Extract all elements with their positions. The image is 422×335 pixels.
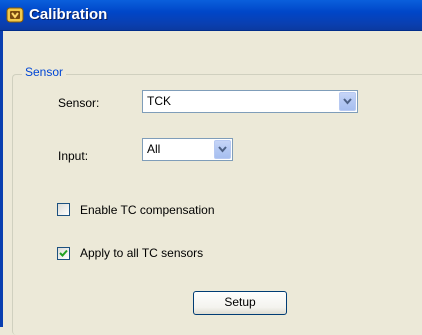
sensor-label: Sensor: [58, 96, 100, 110]
group-label: Sensor [22, 65, 67, 79]
sensor-value: TCK [147, 94, 171, 108]
input-value: All [147, 142, 161, 156]
apply-all-label[interactable]: Apply to all TC sensors [80, 246, 203, 260]
enable-tc-label[interactable]: Enable TC compensation [80, 203, 215, 217]
checkmark-icon [59, 249, 68, 257]
chevron-down-icon [343, 98, 352, 105]
apply-all-checkbox[interactable] [57, 247, 70, 260]
input-dropdown[interactable]: All [142, 138, 233, 161]
enable-tc-checkbox[interactable] [57, 203, 70, 216]
window-frame [0, 31, 3, 327]
title-bar[interactable]: Calibration [0, 0, 422, 31]
sensor-dropdown[interactable]: TCK [142, 90, 358, 113]
chevron-down-icon [218, 146, 227, 153]
app-icon [6, 7, 24, 23]
input-dropdown-button[interactable] [214, 140, 231, 159]
input-label: Input: [58, 149, 89, 163]
sensor-dropdown-button[interactable] [339, 92, 356, 111]
setup-button[interactable]: Setup [193, 291, 287, 315]
window-title: Calibration [29, 6, 108, 23]
